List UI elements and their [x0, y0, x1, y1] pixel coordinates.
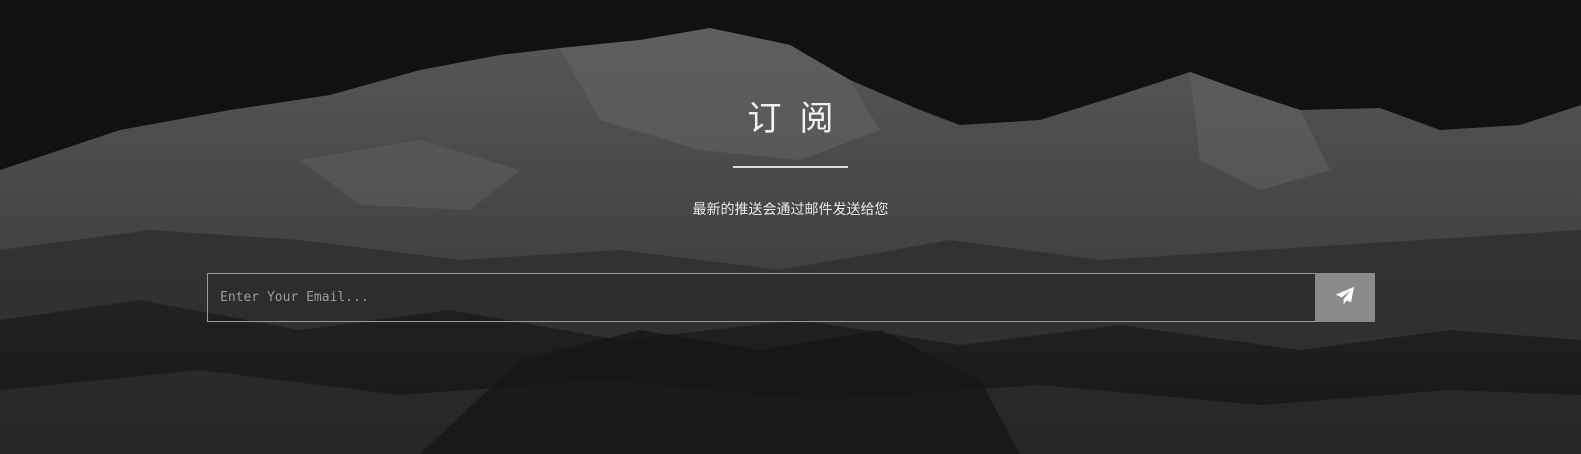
subscribe-section: 订阅 最新的推送会通过邮件发送给您: [0, 0, 1581, 454]
dark-overlay: [0, 0, 1581, 454]
email-input[interactable]: [207, 273, 1315, 322]
paper-plane-icon: [1334, 285, 1356, 310]
subscribe-form: [207, 273, 1375, 322]
send-button[interactable]: [1315, 273, 1375, 322]
title-divider: [733, 166, 848, 168]
subscribe-subtitle: 最新的推送会通过邮件发送给您: [692, 202, 889, 218]
page-title: 订阅: [747, 99, 852, 139]
